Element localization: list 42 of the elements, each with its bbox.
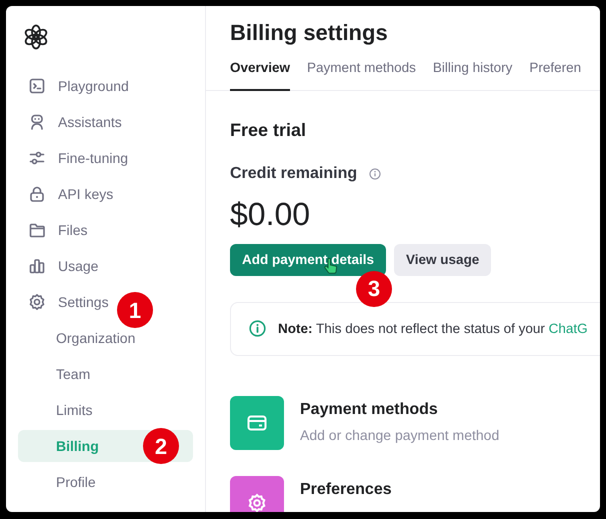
sidebar-item[interactable]: Profile xyxy=(18,466,193,498)
sidebar-item[interactable]: Assistants xyxy=(18,106,193,138)
section-title: Free trial xyxy=(230,118,308,142)
lock-icon xyxy=(28,185,46,203)
logo-icon[interactable] xyxy=(23,24,49,50)
sidebar-item[interactable]: Files xyxy=(18,214,193,246)
step-marker: 1 xyxy=(117,292,153,328)
card-description: Add or change payment method xyxy=(300,426,500,445)
info-icon xyxy=(249,320,266,338)
tab[interactable]: Preferen xyxy=(529,58,582,91)
card-icon-tile[interactable] xyxy=(230,396,284,450)
sidebar-item[interactable]: API keys xyxy=(18,178,193,210)
tab[interactable]: Payment methods xyxy=(307,58,416,91)
step-marker: 2 xyxy=(143,428,179,464)
note-text: Note: This does not reflect the status of your ChatG xyxy=(278,320,588,338)
chatgpt-link[interactable]: ChatG xyxy=(548,320,588,336)
credit-amount: $0.00 xyxy=(230,198,312,230)
tab[interactable]: Billing history xyxy=(432,58,512,91)
sidebar-item[interactable]: Limits xyxy=(18,394,193,426)
view-usage-button[interactable]: View usage xyxy=(394,244,492,276)
sidebar-item[interactable]: Team xyxy=(18,358,193,390)
credit-label: Credit remaining xyxy=(230,164,358,184)
sidebar-item[interactable]: Billing xyxy=(56,436,99,456)
terminal-icon xyxy=(28,77,46,95)
credit-card-icon xyxy=(247,414,267,431)
robot-icon xyxy=(28,113,46,131)
bar-chart-icon xyxy=(28,257,46,275)
page-title: Billing settings xyxy=(230,20,389,46)
sidebar-item[interactable]: Settings xyxy=(58,292,109,312)
tab[interactable]: Overview xyxy=(230,58,290,91)
sidebar-item[interactable]: Fine-tuning xyxy=(18,142,193,174)
folder-icon xyxy=(28,221,46,239)
card-title[interactable]: Preferences xyxy=(300,480,392,499)
step-marker: 3 xyxy=(356,270,392,307)
sidebar-item[interactable]: Usage xyxy=(18,250,193,282)
gear-icon xyxy=(28,293,46,311)
card-title[interactable]: Payment methods xyxy=(300,400,500,419)
gear-icon xyxy=(247,492,267,512)
info-icon[interactable] xyxy=(369,168,382,180)
add-payment-button[interactable]: Add payment details xyxy=(230,244,386,276)
sidebar-item[interactable]: Playground xyxy=(18,70,193,102)
sliders-icon xyxy=(28,149,46,167)
